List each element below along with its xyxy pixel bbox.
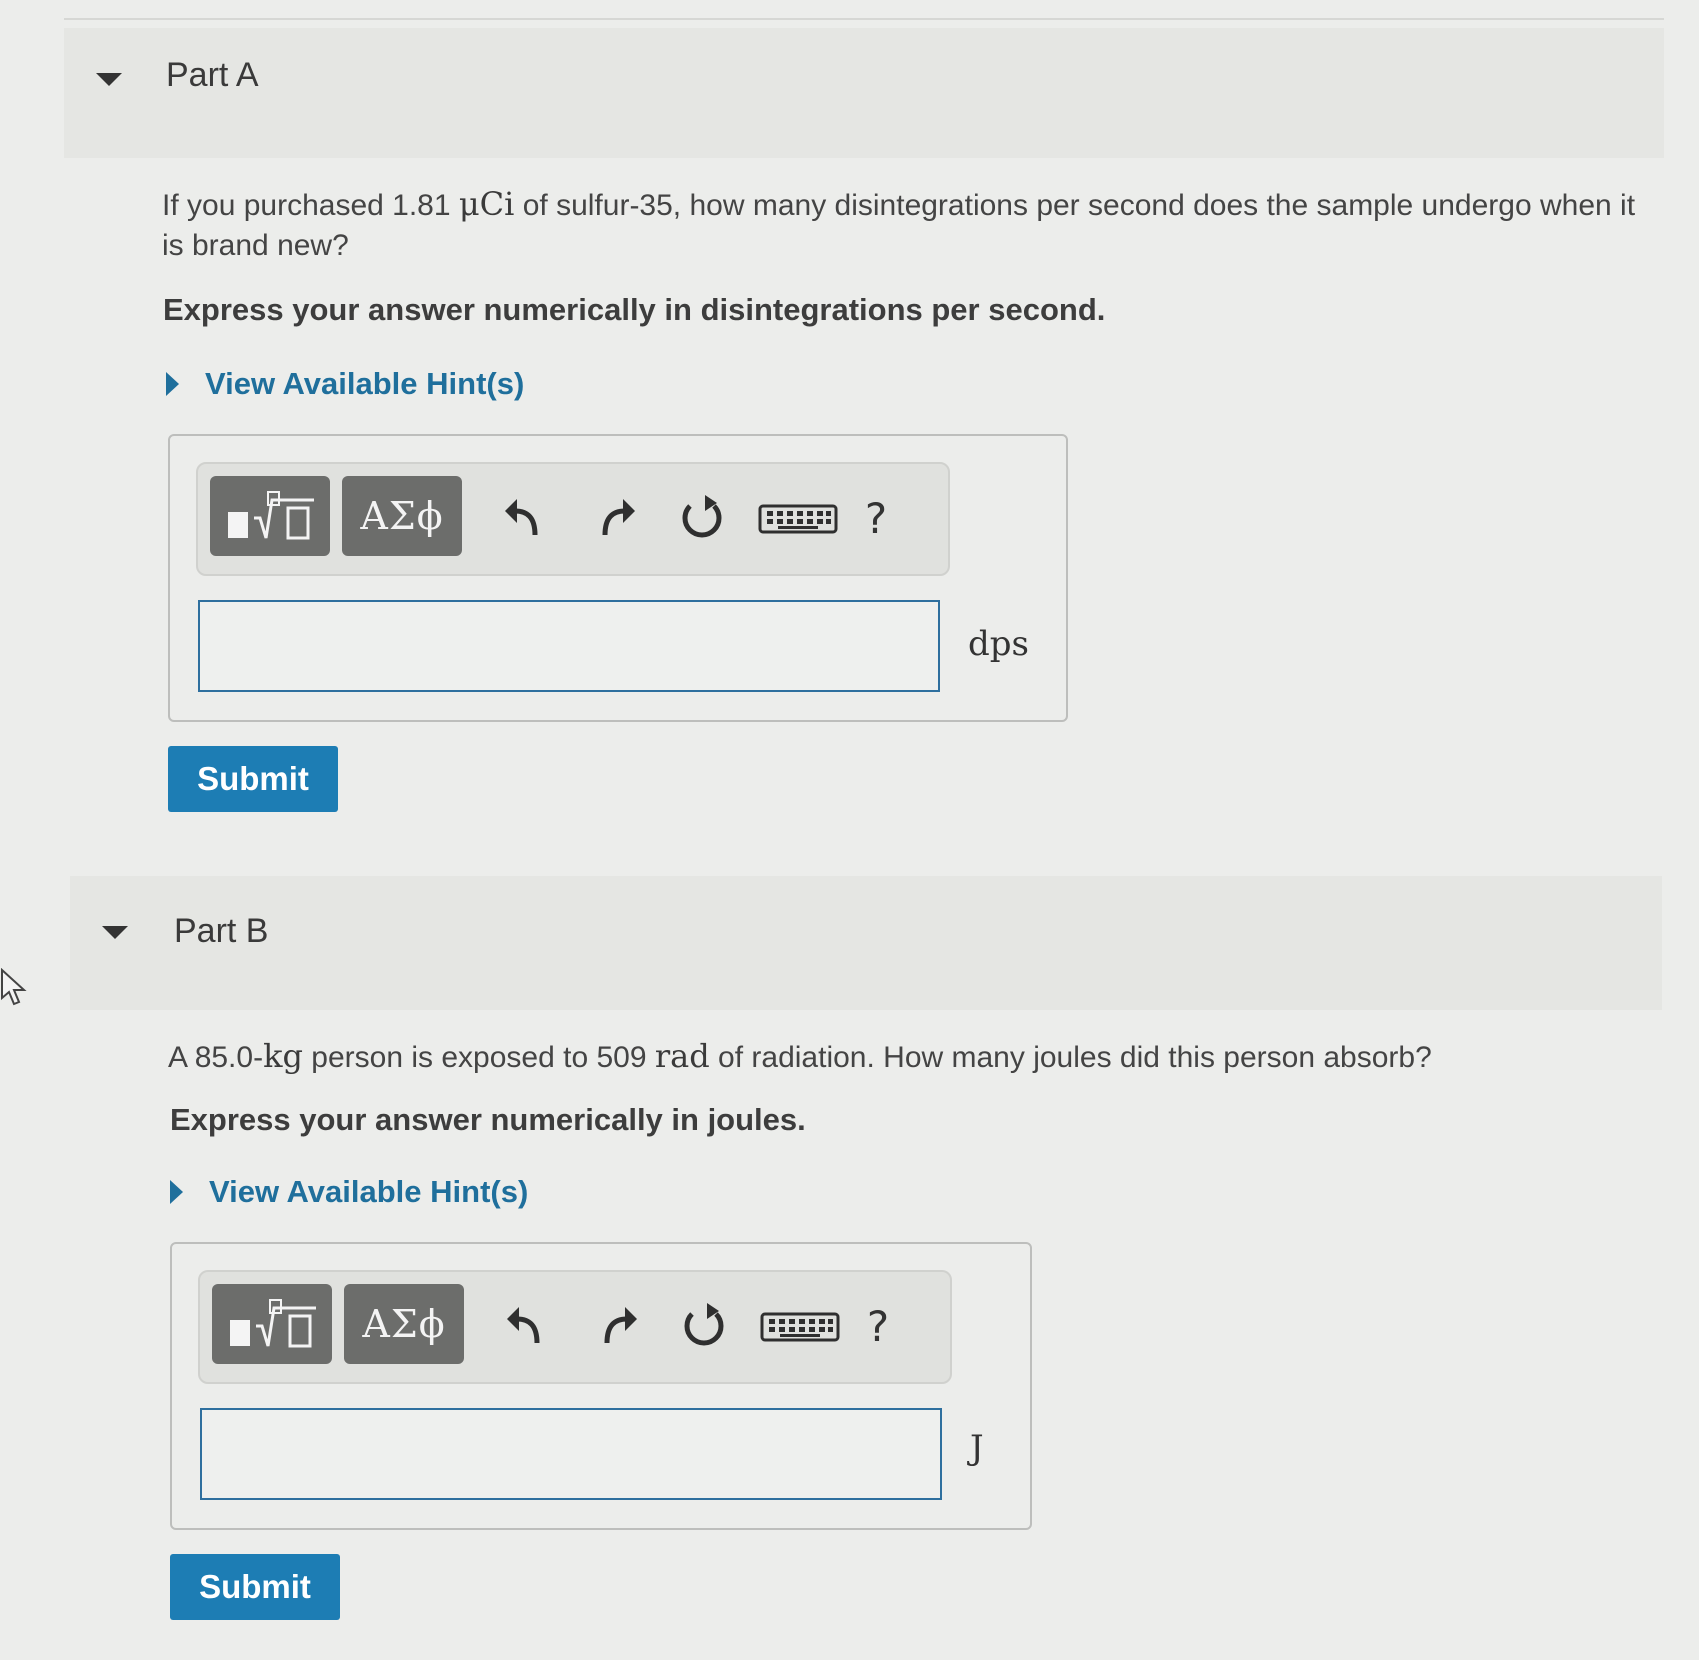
caret-down-icon[interactable] xyxy=(96,73,122,86)
reset-icon xyxy=(684,1303,724,1346)
part-a-submit-button[interactable]: Submit xyxy=(168,746,338,812)
part-b-hints-toggle[interactable]: View Available Hint(s) xyxy=(170,1174,528,1210)
undo-button[interactable] xyxy=(496,1296,556,1356)
math-toolbar: ΑΣϕ ? xyxy=(196,462,950,576)
keyboard-button[interactable] xyxy=(758,488,838,548)
help-button[interactable]: ? xyxy=(846,488,906,548)
part-a-hints-toggle[interactable]: View Available Hint(s) xyxy=(166,366,524,402)
math-toolbar: ΑΣϕ ? xyxy=(198,1270,952,1384)
top-divider xyxy=(64,18,1664,20)
keyboard-button[interactable] xyxy=(760,1296,840,1356)
redo-icon xyxy=(604,1307,637,1344)
keyboard-icon xyxy=(758,504,838,534)
part-a-unit: dps xyxy=(968,624,1029,664)
unit-kilogram: kg xyxy=(263,1037,303,1075)
part-a-answer-box: ΑΣϕ ? dps xyxy=(168,434,1068,722)
undo-icon xyxy=(505,499,538,536)
unit-microcurie: μCi xyxy=(458,185,515,223)
keyboard-icon xyxy=(760,1312,840,1342)
page: Part A If you purchased 1.81 μCi of sulf… xyxy=(0,0,1699,1660)
part-b-instruction: Express your answer numerically in joule… xyxy=(170,1102,806,1137)
caret-right-icon xyxy=(166,372,179,396)
templates-button[interactable] xyxy=(210,476,330,556)
hints-label: View Available Hint(s) xyxy=(209,1174,529,1209)
part-b-title: Part B xyxy=(174,912,269,950)
help-button[interactable]: ? xyxy=(848,1296,908,1356)
part-a-title: Part A xyxy=(166,56,259,94)
greek-letters-button[interactable]: ΑΣϕ xyxy=(342,476,462,556)
reset-button[interactable] xyxy=(672,488,732,548)
caret-right-icon xyxy=(170,1180,183,1204)
redo-button[interactable] xyxy=(586,488,646,548)
part-b-answer-input[interactable] xyxy=(200,1408,942,1500)
undo-icon xyxy=(507,1307,540,1344)
templates-button[interactable] xyxy=(212,1284,332,1364)
part-b-unit: J xyxy=(970,1428,984,1468)
cursor-arrow-icon xyxy=(1,968,27,1006)
part-b-header[interactable]: Part B xyxy=(70,876,1662,1010)
part-b-answer-box: ΑΣϕ ? J xyxy=(170,1242,1032,1530)
unit-rad: rad xyxy=(654,1037,710,1075)
reset-icon xyxy=(682,495,722,538)
part-a-question: If you purchased 1.81 μCi of sulfur-35, … xyxy=(162,185,1636,262)
part-a-instruction: Express your answer numerically in disin… xyxy=(163,292,1106,327)
redo-button[interactable] xyxy=(588,1296,648,1356)
part-b-question: A 85.0-kg person is exposed to 509 rad o… xyxy=(168,1037,1432,1075)
redo-icon xyxy=(602,499,635,536)
templates-icon xyxy=(230,1299,316,1348)
caret-down-icon[interactable] xyxy=(102,926,128,939)
hints-label: View Available Hint(s) xyxy=(205,366,525,401)
part-a-header[interactable]: Part A xyxy=(64,28,1664,158)
reset-button[interactable] xyxy=(674,1296,734,1356)
part-b-submit-button[interactable]: Submit xyxy=(170,1554,340,1620)
part-a-answer-input[interactable] xyxy=(198,600,940,692)
undo-button[interactable] xyxy=(494,488,554,548)
templates-icon xyxy=(228,491,314,540)
greek-letters-button[interactable]: ΑΣϕ xyxy=(344,1284,464,1364)
